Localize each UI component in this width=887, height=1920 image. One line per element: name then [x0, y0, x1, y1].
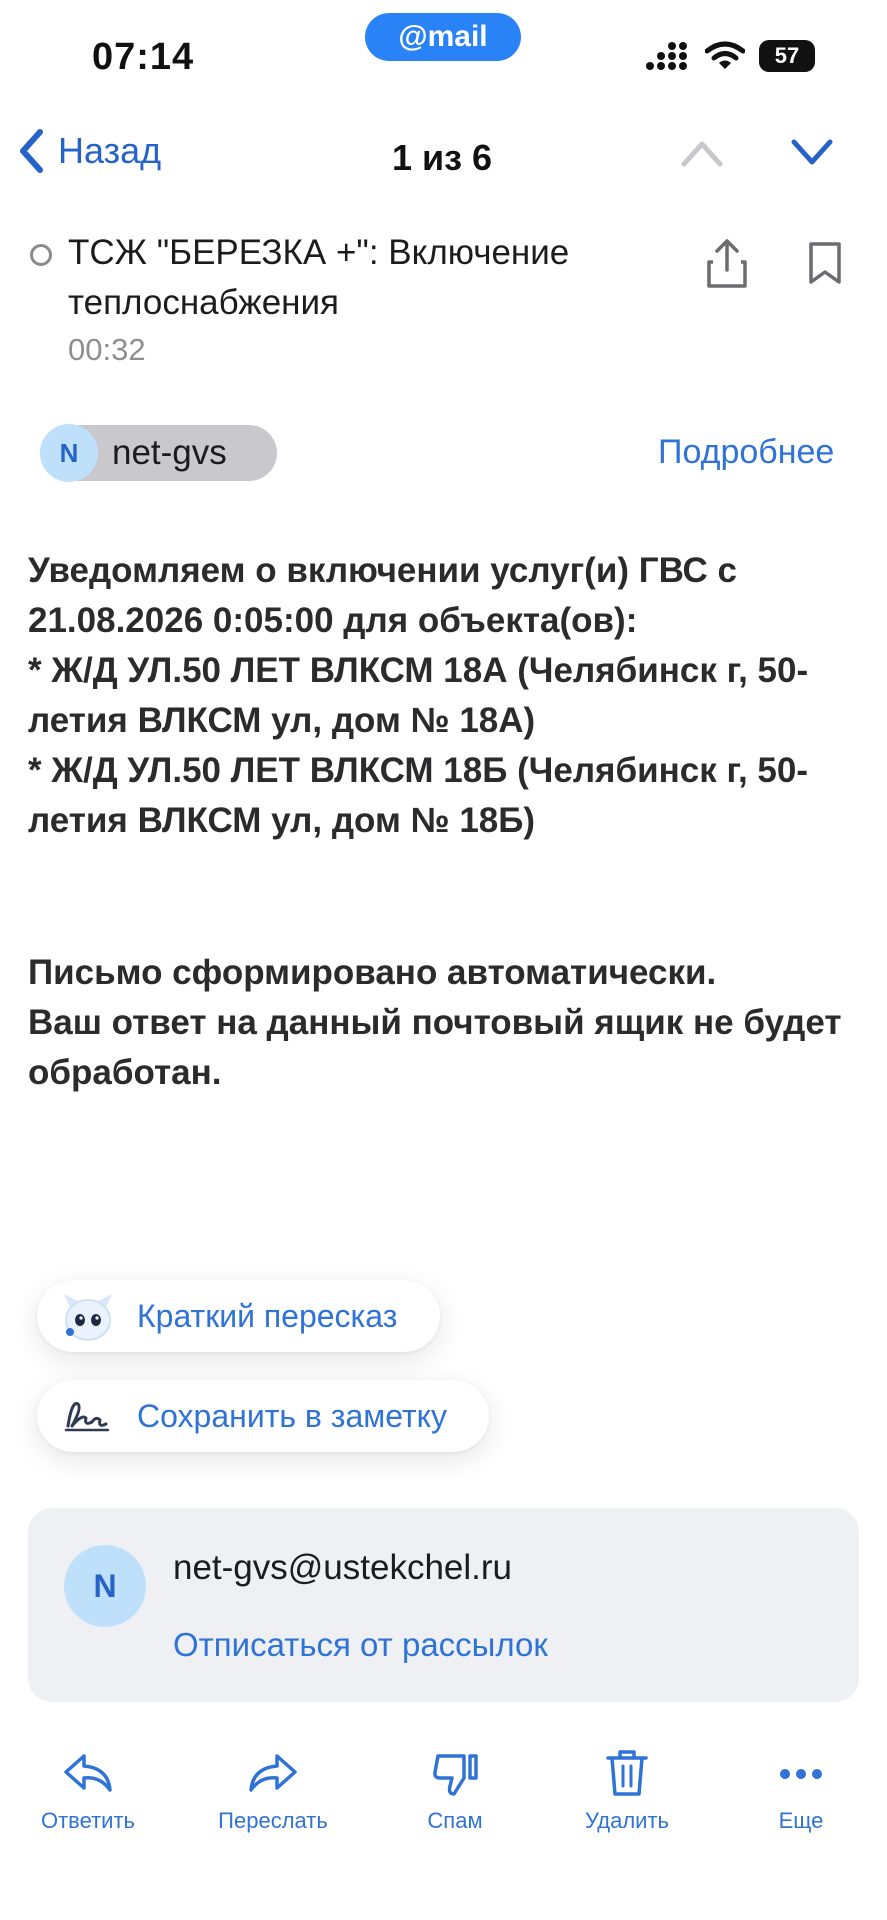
- bookmark-button[interactable]: [805, 240, 845, 291]
- status-time: 07:14: [92, 36, 195, 78]
- delete-button[interactable]: Удалить: [557, 1748, 697, 1834]
- thumbs-down-icon: [433, 1754, 478, 1796]
- reply-button[interactable]: Ответить: [18, 1748, 158, 1834]
- next-message-button[interactable]: [790, 138, 834, 173]
- note-signature-icon: [57, 1396, 119, 1436]
- sender-card-avatar: N: [64, 1545, 146, 1627]
- sender-avatar: N: [40, 424, 98, 482]
- back-label: Назад: [58, 130, 162, 171]
- battery-icon: 57: [759, 40, 815, 72]
- chevron-down-icon: [791, 139, 833, 165]
- message-body-main: Уведомляем о включении услуг(и) ГВС с 21…: [28, 551, 809, 840]
- previous-message-button[interactable]: [680, 138, 724, 173]
- more-button[interactable]: Еще: [731, 1748, 871, 1834]
- trash-icon: [606, 1750, 648, 1796]
- summary-label: Краткий пересказ: [137, 1297, 398, 1334]
- cellular-signal-icon: [646, 42, 687, 70]
- forward-button[interactable]: Переслать: [203, 1748, 343, 1834]
- sender-chip[interactable]: N net-gvs: [40, 424, 277, 482]
- chevron-up-icon: [681, 141, 723, 167]
- message-counter: 1 из 6: [392, 137, 493, 178]
- status-icons: 57: [645, 40, 815, 72]
- details-link[interactable]: Подробнее: [658, 433, 834, 472]
- message-subject: ТСЖ "БЕРЕЗКА +": Включение теплоснабжени…: [68, 233, 570, 322]
- assistant-mascot-icon: [57, 1286, 119, 1346]
- back-button[interactable]: Назад: [18, 128, 161, 174]
- sender-name: net-gvs: [112, 433, 227, 472]
- chevron-left-icon: [20, 129, 43, 173]
- delete-label: Удалить: [585, 1808, 669, 1833]
- wifi-icon: [705, 41, 745, 69]
- sender-card: [28, 1508, 859, 1702]
- more-label: Еще: [778, 1808, 824, 1833]
- more-dots-icon: [780, 1769, 822, 1779]
- spam-label: Спам: [427, 1808, 483, 1833]
- summary-button[interactable]: Краткий пересказ: [37, 1280, 440, 1352]
- spam-button[interactable]: Спам: [385, 1748, 525, 1834]
- message-time: 00:32: [68, 332, 146, 367]
- reply-icon: [64, 1754, 112, 1792]
- unread-indicator[interactable]: [30, 244, 52, 266]
- message-body-footer: Письмо сформировано автоматически. Ваш о…: [28, 953, 842, 1092]
- share-icon: [707, 239, 747, 288]
- app-badge[interactable]: @mail: [365, 13, 521, 61]
- unsubscribe-link[interactable]: Отписаться от рассылок: [173, 1626, 548, 1664]
- share-button[interactable]: [703, 238, 751, 295]
- save-to-note-label: Сохранить в заметку: [137, 1397, 448, 1434]
- sender-email[interactable]: net-gvs@ustekchel.ru: [173, 1548, 512, 1588]
- forward-label: Переслать: [218, 1808, 328, 1833]
- reply-label: Ответить: [40, 1808, 136, 1833]
- bookmark-icon: [809, 242, 841, 284]
- forward-icon: [249, 1754, 297, 1792]
- save-to-note-button[interactable]: Сохранить в заметку: [37, 1380, 489, 1452]
